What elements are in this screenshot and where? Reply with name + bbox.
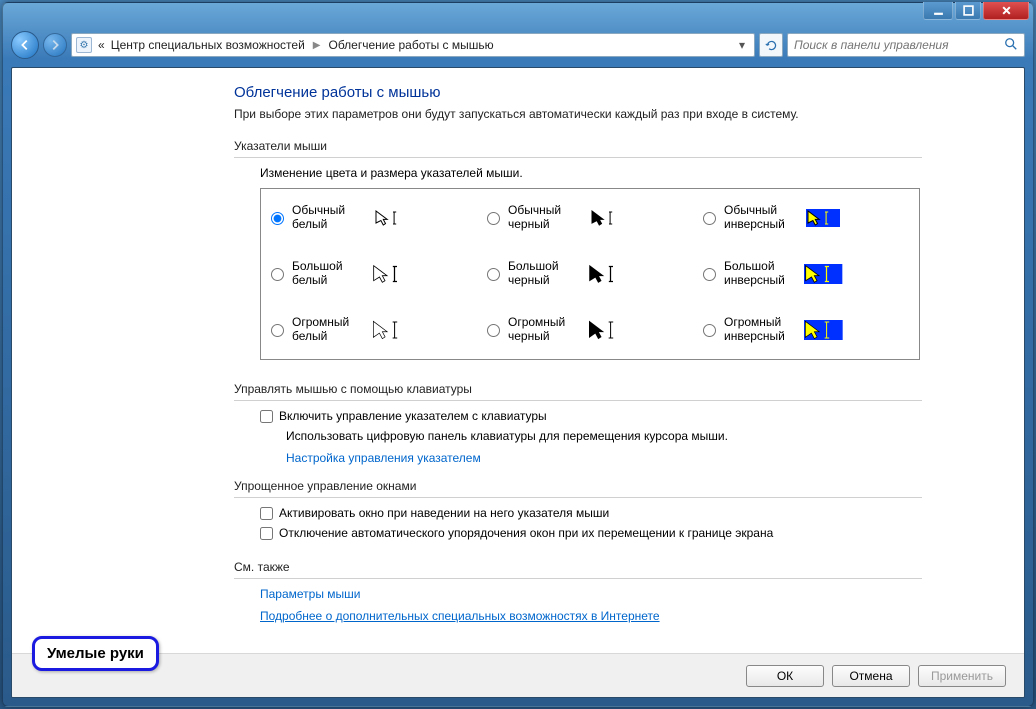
section-label-windows: Упрощенное управление окнами [234,479,922,493]
content-panel: Облегчение работы с мышью При выборе эти… [11,67,1025,698]
section-label-keyboard: Управлять мышью с помощью клавиатуры [234,382,922,396]
pointer-scheme-option[interactable]: Большой черный [487,257,693,291]
radio-input[interactable] [487,324,500,337]
close-button[interactable] [983,2,1029,20]
titlebar [3,3,1033,29]
mouse-settings-link[interactable]: Параметры мыши [260,587,361,601]
radio-input[interactable] [271,324,284,337]
pointer-option-label: Большой белый [292,260,366,288]
chevron-right-icon: ▶ [311,40,323,51]
pointer-preview-icon [372,201,412,235]
pointer-preview-icon [804,313,844,347]
pointer-option-label: Большой инверсный [724,260,798,288]
control-panel-icon: ⚙ [76,37,92,53]
radio-input[interactable] [487,268,500,281]
maximize-button[interactable] [955,2,981,20]
radio-input[interactable] [703,268,716,281]
section-label-pointers: Указатели мыши [234,139,922,153]
checkbox-label: Включить управление указателем с клавиат… [279,409,547,423]
breadcrumb-prefix[interactable]: « [98,38,105,52]
pointer-preview-icon [804,257,844,291]
navbar: ⚙ « Центр специальных возможностей ▶ Обл… [11,29,1025,61]
pointer-option-label: Большой черный [508,260,582,288]
pointer-option-label: Обычный белый [292,204,366,232]
radio-input[interactable] [271,268,284,281]
page-subtitle: При выборе этих параметров они будут зап… [234,107,922,121]
pointers-sublabel: Изменение цвета и размера указателей мыш… [260,166,922,180]
checkbox-label: Отключение автоматического упорядочения … [279,526,773,540]
pointer-scheme-box: Обычный белый Обычный черный Обычный инв… [260,188,920,360]
search-input[interactable] [794,38,998,52]
pointer-preview-icon [804,201,844,235]
more-online-link[interactable]: Подробнее о дополнительных специальных в… [260,609,660,623]
pointer-option-label: Обычный инверсный [724,204,798,232]
breadcrumb-item[interactable]: Облегчение работы с мышью [328,38,493,52]
disable-snap-checkbox[interactable]: Отключение автоматического упорядочения … [260,526,922,540]
pointer-option-label: Огромный белый [292,316,366,344]
pointer-preview-icon [372,257,412,291]
activate-on-hover-checkbox[interactable]: Активировать окно при наведении на него … [260,506,922,520]
minimize-button[interactable] [923,2,953,20]
pointer-scheme-option[interactable]: Огромный белый [271,313,477,347]
address-bar[interactable]: ⚙ « Центр специальных возможностей ▶ Обл… [71,33,755,57]
apply-button[interactable]: Применить [918,665,1006,687]
mousekeys-settings-link[interactable]: Настройка управления указателем [286,451,481,465]
pointer-scheme-option[interactable]: Большой белый [271,257,477,291]
cancel-button[interactable]: Отмена [832,665,910,687]
pointer-option-label: Огромный черный [508,316,582,344]
tooltip-badge: Умелые руки [32,636,159,671]
pointer-option-label: Обычный черный [508,204,582,232]
enable-mousekeys-checkbox[interactable]: Включить управление указателем с клавиат… [260,409,922,423]
breadcrumb-item[interactable]: Центр специальных возможностей [111,38,305,52]
pointer-preview-icon [588,313,628,347]
radio-input[interactable] [703,212,716,225]
address-dropdown-icon[interactable]: ▾ [734,38,750,52]
pointer-option-label: Огромный инверсный [724,316,798,344]
ok-button[interactable]: ОК [746,665,824,687]
pointer-preview-icon [588,201,628,235]
refresh-button[interactable] [759,33,783,57]
search-icon[interactable] [1004,37,1018,54]
checkbox-input[interactable] [260,527,273,540]
button-bar: ОК Отмена Применить [12,653,1024,697]
pointer-scheme-option[interactable]: Обычный черный [487,201,693,235]
checkbox-input[interactable] [260,507,273,520]
window: ⚙ « Центр специальных возможностей ▶ Обл… [2,2,1034,707]
pointer-scheme-option[interactable]: Обычный инверсный [703,201,909,235]
pointer-scheme-option[interactable]: Большой инверсный [703,257,909,291]
checkbox-input[interactable] [260,410,273,423]
search-bar [787,33,1025,57]
checkbox-label: Активировать окно при наведении на него … [279,506,609,520]
radio-input[interactable] [271,212,284,225]
radio-input[interactable] [703,324,716,337]
page-title: Облегчение работы с мышью [234,84,922,101]
pointer-scheme-option[interactable]: Огромный черный [487,313,693,347]
pointer-preview-icon [588,257,628,291]
pointer-scheme-option[interactable]: Огромный инверсный [703,313,909,347]
nav-back-button[interactable] [11,31,39,59]
pointer-scheme-option[interactable]: Обычный белый [271,201,477,235]
section-label-seealso: См. также [234,560,922,574]
nav-forward-button[interactable] [43,33,67,57]
mousekeys-description: Использовать цифровую панель клавиатуры … [286,429,922,443]
pointer-preview-icon [372,313,412,347]
radio-input[interactable] [487,212,500,225]
